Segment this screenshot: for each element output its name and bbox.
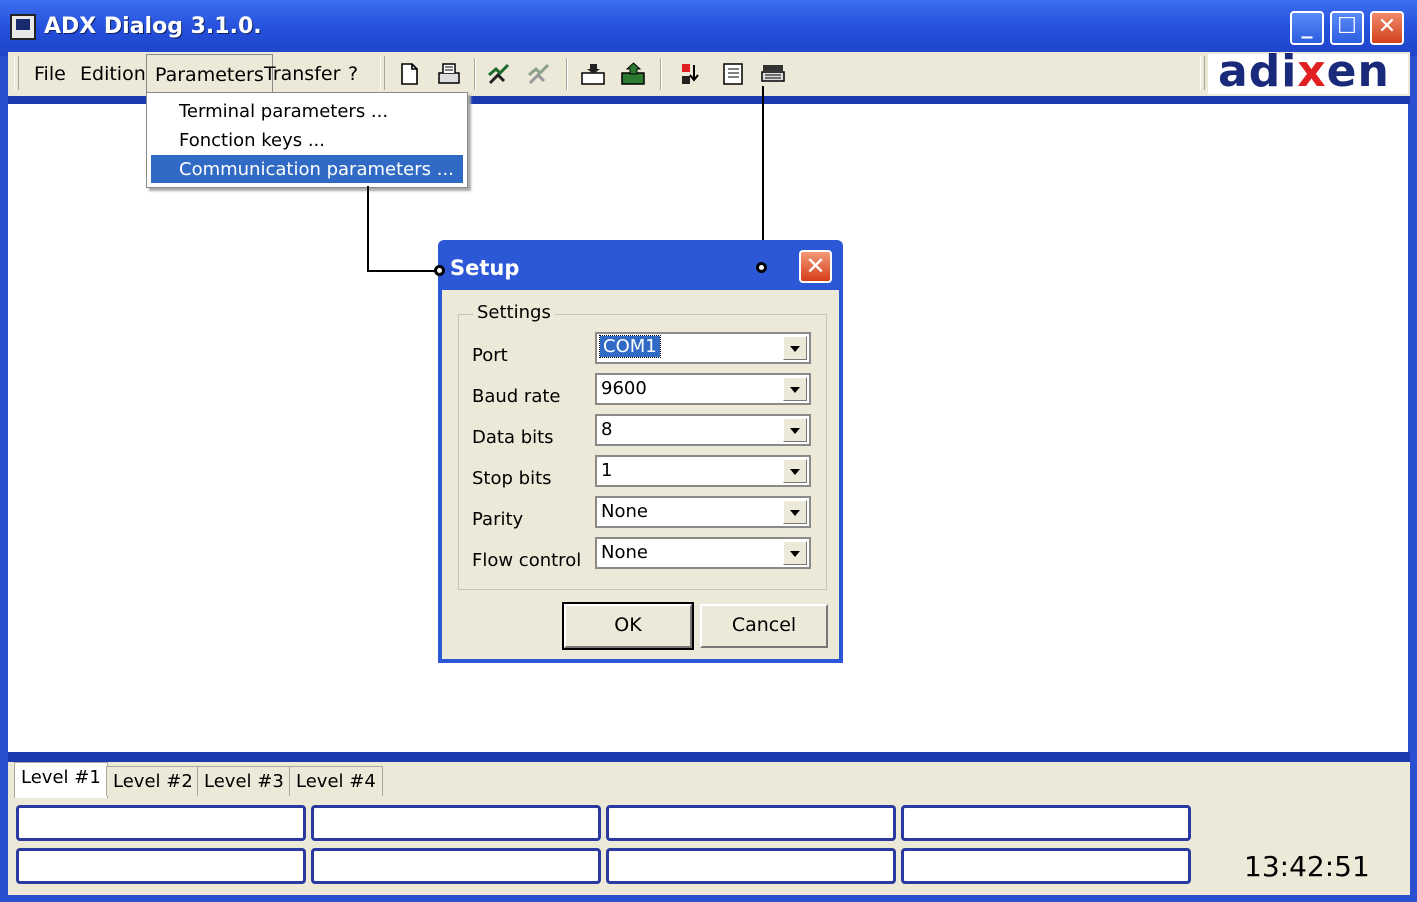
dropdown-arrow-icon[interactable] — [783, 500, 807, 524]
flow-control-select[interactable]: None — [595, 537, 811, 569]
dialog-body: Settings Port COM1 Baud rate 9600 Data b… — [442, 290, 839, 659]
dropdown-arrow-icon[interactable] — [783, 541, 807, 565]
toolbar-separator — [566, 58, 568, 90]
baud-rate-select[interactable]: 9600 — [595, 373, 811, 405]
function-key-button[interactable] — [901, 805, 1191, 841]
data-bits-select[interactable]: 8 — [595, 414, 811, 446]
function-key-button[interactable] — [606, 805, 896, 841]
clock-display: 13:42:51 — [1244, 850, 1370, 883]
menu-parameters[interactable]: Parameters — [146, 54, 273, 95]
dropdown-arrow-icon[interactable] — [783, 459, 807, 483]
function-key-button[interactable] — [606, 848, 896, 884]
menu-item-function-keys[interactable]: Fonction keys ... — [151, 126, 463, 154]
callout-line — [367, 270, 437, 272]
function-key-button[interactable] — [16, 848, 306, 884]
menu-edition[interactable]: Edition — [80, 63, 146, 85]
dropdown-arrow-icon[interactable] — [783, 418, 807, 442]
dropdown-arrow-icon[interactable] — [783, 377, 807, 401]
callout-line — [367, 186, 369, 272]
callout-line — [762, 86, 764, 266]
port-label: Port — [472, 345, 508, 366]
parameters-dropdown: Terminal parameters ... Fonction keys ..… — [146, 92, 468, 188]
adixen-logo: adixen — [1208, 46, 1408, 97]
window-title: ADX Dialog 3.1.0. — [44, 14, 262, 39]
baud-rate-label: Baud rate — [472, 386, 561, 407]
menu-item-terminal-parameters[interactable]: Terminal parameters ... — [151, 97, 463, 125]
group-label: Settings — [473, 302, 555, 323]
function-keys-panel: Level #1 Level #2 Level #3 Level #4 13:4… — [8, 762, 1410, 895]
keyboard-icon[interactable] — [760, 61, 786, 87]
function-key-button[interactable] — [311, 805, 601, 841]
dropdown-arrow-icon[interactable] — [783, 336, 807, 360]
receive-icon[interactable] — [580, 61, 606, 87]
dialog-title: Setup — [450, 256, 520, 280]
tab-level-4[interactable]: Level #4 — [289, 766, 383, 796]
application-window: ADX Dialog 3.1.0. _ ☐ ✕ File Edition Par… — [0, 0, 1417, 902]
swap-icon[interactable] — [680, 61, 706, 87]
dialog-close-button[interactable]: ✕ — [799, 250, 832, 283]
minimize-button[interactable]: _ — [1290, 11, 1324, 45]
logo-grip — [1200, 56, 1205, 90]
menu-help[interactable]: ? — [348, 63, 358, 85]
menu-transfer[interactable]: Transfer — [264, 63, 340, 85]
data-bits-label: Data bits — [472, 427, 554, 448]
app-icon[interactable] — [10, 14, 36, 40]
send-icon[interactable] — [620, 61, 646, 87]
setup-dialog: Setup ✕ Settings Port COM1 Baud rate 960… — [438, 240, 843, 663]
menu-file[interactable]: File — [34, 63, 66, 85]
menu-toolbar-bar: File Edition Parameters Transfer ? adixe… — [8, 46, 1410, 97]
callout-dot — [434, 265, 445, 276]
list-icon[interactable] — [720, 61, 746, 87]
tab-level-2[interactable]: Level #2 — [106, 766, 200, 796]
bottom-border — [8, 752, 1410, 762]
tab-level-1[interactable]: Level #1 — [14, 762, 108, 798]
cancel-button[interactable]: Cancel — [700, 604, 828, 648]
parity-select[interactable]: None — [595, 496, 811, 528]
print-icon[interactable] — [436, 61, 462, 87]
stop-bits-select[interactable]: 1 — [595, 455, 811, 487]
toolbar-separator — [474, 58, 476, 90]
function-key-button[interactable] — [901, 848, 1191, 884]
function-key-button[interactable] — [16, 805, 306, 841]
tab-level-3[interactable]: Level #3 — [197, 766, 291, 796]
port-select[interactable]: COM1 — [595, 332, 811, 364]
disconnect-icon[interactable] — [526, 61, 552, 87]
title-bar[interactable]: ADX Dialog 3.1.0. _ ☐ ✕ — [0, 0, 1417, 56]
parity-label: Parity — [472, 509, 524, 530]
menu-item-communication-parameters[interactable]: Communication parameters ... — [151, 155, 463, 183]
maximize-button[interactable]: ☐ — [1330, 11, 1364, 45]
flow-control-label: Flow control — [472, 550, 582, 571]
toolbar-grip[interactable] — [380, 56, 385, 90]
connect-icon[interactable] — [486, 61, 512, 87]
new-document-icon[interactable] — [396, 61, 422, 87]
stop-bits-label: Stop bits — [472, 468, 552, 489]
toolbar-separator — [660, 58, 662, 90]
callout-dot — [756, 262, 767, 273]
close-button[interactable]: ✕ — [1370, 11, 1404, 45]
function-key-button[interactable] — [311, 848, 601, 884]
menu-grip[interactable] — [14, 56, 19, 90]
ok-button[interactable]: OK — [562, 602, 694, 650]
